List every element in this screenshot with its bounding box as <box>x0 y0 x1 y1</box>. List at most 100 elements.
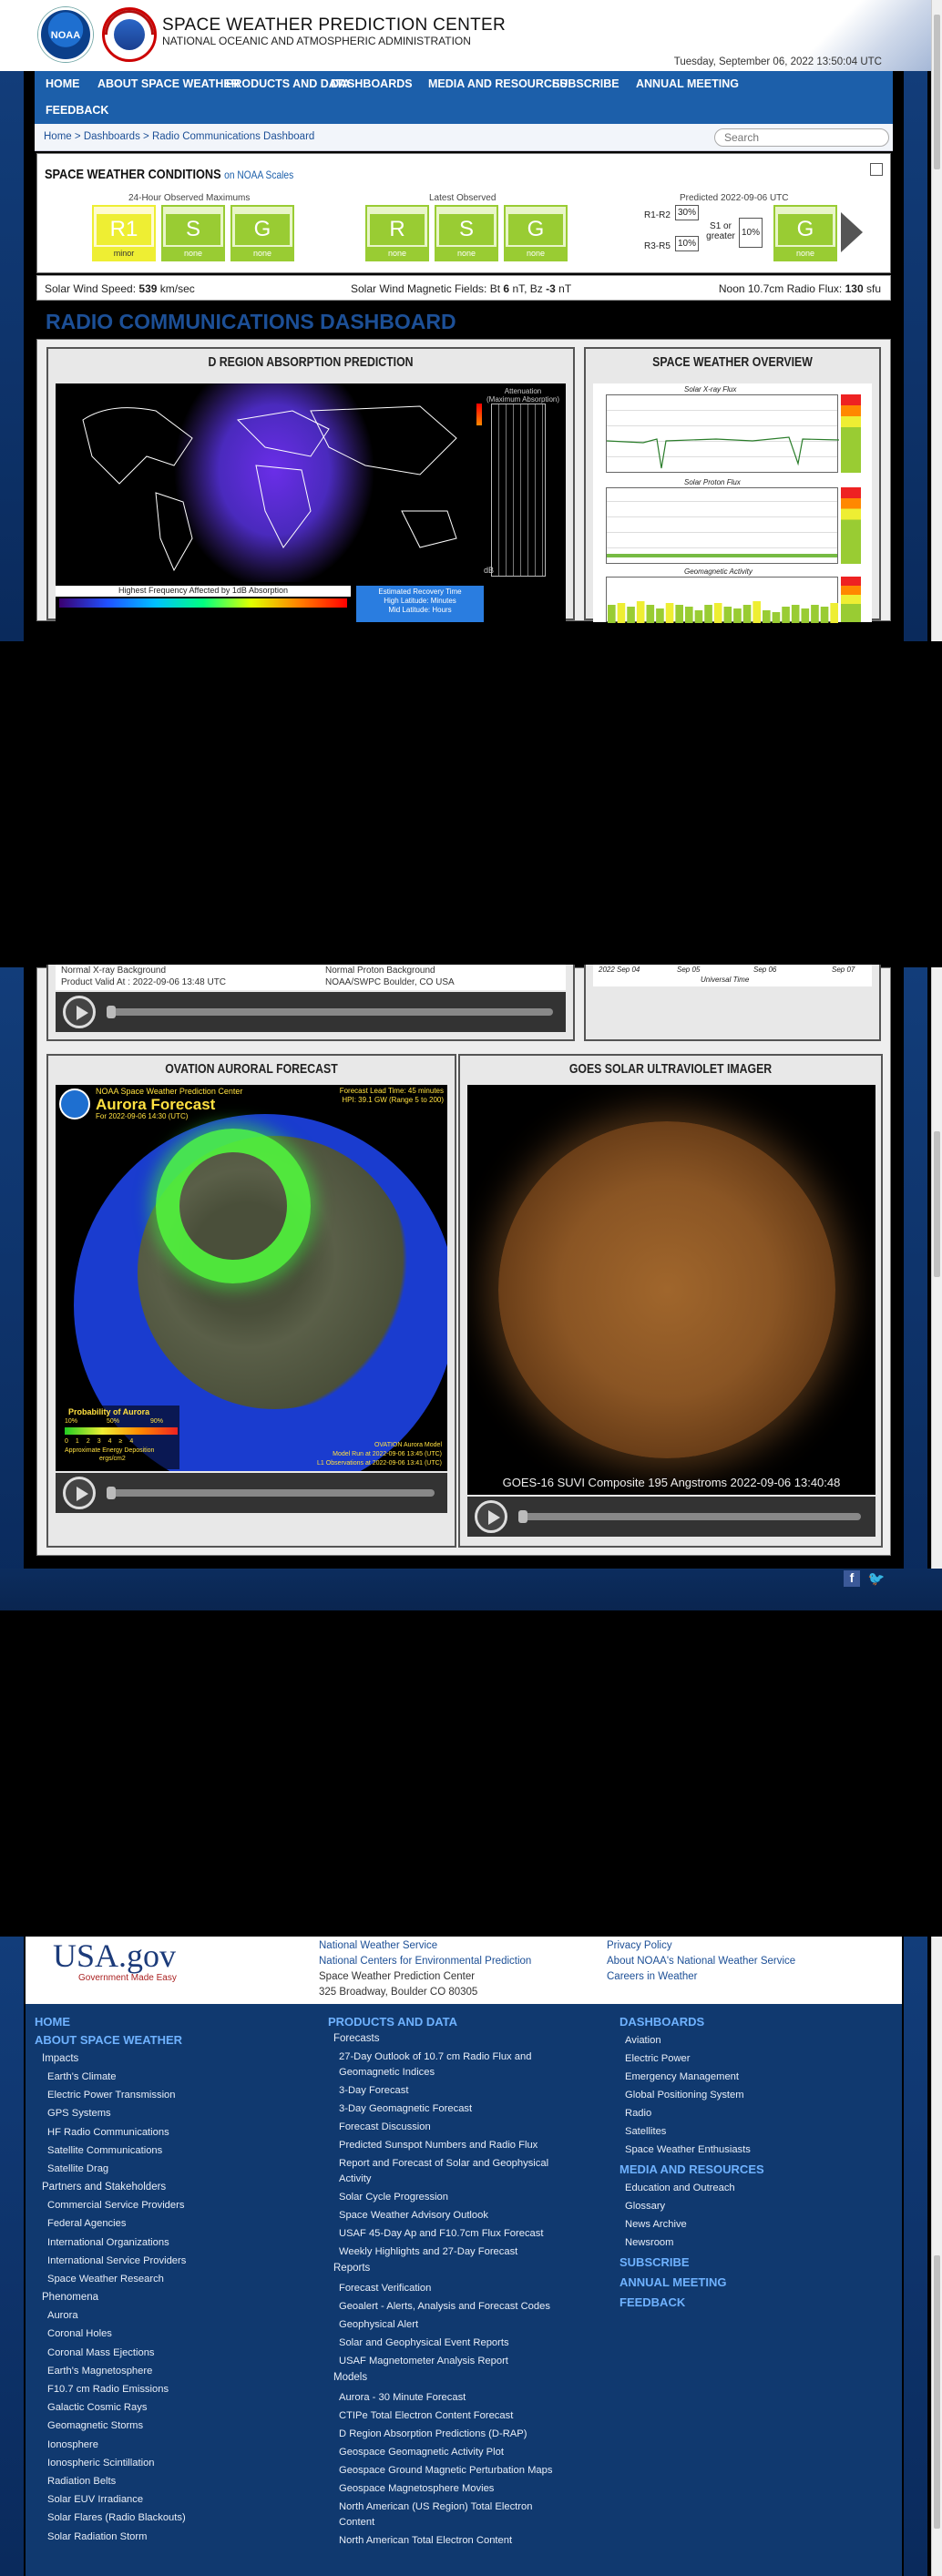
footer-link[interactable]: Glossary <box>625 2201 665 2212</box>
footer-link[interactable]: Earth's Climate <box>47 2071 117 2082</box>
footer-link[interactable]: North American Total Electron Content <box>339 2533 512 2549</box>
footer-home-link[interactable]: HOME <box>35 2015 70 2029</box>
footer-group-heading[interactable]: Forecasts <box>333 2033 380 2044</box>
footer-link[interactable]: Radiation Belts <box>47 2476 116 2487</box>
footer-link[interactable]: Predicted Sunspot Numbers and Radio Flux <box>339 2138 538 2153</box>
ovation-image[interactable]: NOAA Space Weather Prediction Center Aur… <box>56 1085 447 1471</box>
scale-latest-s[interactable]: Snone <box>435 205 498 261</box>
overview-image[interactable]: Solar X-ray Flux Solar Proton Flux Geoma… <box>593 383 872 623</box>
scale-predicted-g[interactable]: Gnone <box>773 205 837 261</box>
nws-logo[interactable] <box>94 0 165 70</box>
suvi-image[interactable]: GOES-16 SUVI Composite 195 Angstroms 202… <box>467 1085 875 1495</box>
noaa-scales-link[interactable]: NOAA Scales <box>237 169 293 181</box>
footer-link[interactable]: Education and Outreach <box>625 2182 735 2193</box>
footer-link[interactable]: Geospace Magnetosphere Movies <box>339 2481 494 2497</box>
footer-link[interactable]: Solar EUV Irradiance <box>47 2494 143 2505</box>
footer-link[interactable]: Geophysical Alert <box>339 2317 418 2333</box>
footer-link[interactable]: 3-Day Geomagnetic Forecast <box>339 2101 472 2117</box>
footer-link[interactable]: Solar Radiation Storm <box>47 2531 147 2542</box>
footer-careers-link[interactable]: Careers in Weather <box>607 1971 698 1982</box>
footer-group-heading[interactable]: Models <box>333 2372 367 2383</box>
footer-link[interactable]: D Region Absorption Predictions (D-RAP) <box>339 2427 527 2442</box>
scale-max-g[interactable]: Gnone <box>230 205 294 261</box>
play-button[interactable] <box>63 1477 96 1509</box>
nav-feedback[interactable]: FEEDBACK <box>46 104 108 117</box>
footer-group-heading[interactable]: Reports <box>333 2263 370 2274</box>
footer-link[interactable]: Solar Flares (Radio Blackouts) <box>47 2512 186 2523</box>
footer-link[interactable]: Space Weather Research <box>47 2274 164 2285</box>
footer-link[interactable]: USAF Magnetometer Analysis Report <box>339 2354 508 2369</box>
facebook-icon[interactable]: f <box>844 1570 860 1587</box>
footer-link[interactable]: Satellite Drag <box>47 2163 108 2174</box>
footer-link[interactable]: North American (US Region) Total Electro… <box>339 2499 532 2530</box>
footer-link[interactable]: Geoalert - Alerts, Analysis and Forecast… <box>339 2299 550 2315</box>
site-title[interactable]: SPACE WEATHER PREDICTION CENTER <box>162 15 506 36</box>
footer-link[interactable]: HF Radio Communications <box>47 2127 169 2138</box>
nav-subscribe[interactable]: SUBSCRIBE <box>552 77 619 90</box>
next-arrow-icon[interactable] <box>841 212 863 252</box>
footer-link[interactable]: News Archive <box>625 2219 687 2230</box>
footer-link[interactable]: Aviation <box>625 2035 661 2046</box>
footer-link[interactable]: Geomagnetic Storms <box>47 2420 143 2431</box>
search-input[interactable] <box>714 128 889 147</box>
crumb-current[interactable]: Radio Communications Dashboard <box>152 131 314 142</box>
timeline-slider[interactable] <box>107 1006 553 1018</box>
timeline-slider[interactable] <box>518 1510 861 1523</box>
play-button[interactable] <box>475 1500 507 1533</box>
footer-link[interactable]: Aurora <box>47 2310 78 2321</box>
footer-nws-link[interactable]: National Weather Service <box>319 1940 437 1951</box>
footer-link[interactable]: Commercial Service Providers <box>47 2200 184 2211</box>
footer-dashboards-link[interactable]: DASHBOARDS <box>619 2015 704 2029</box>
timeline-slider[interactable] <box>107 1487 435 1499</box>
footer-about-nws-link[interactable]: About NOAA's National Weather Service <box>607 1956 795 1967</box>
scrollbar[interactable] <box>931 0 942 641</box>
footer-link[interactable]: Radio <box>625 2108 651 2119</box>
footer-link[interactable]: F10.7 cm Radio Emissions <box>47 2384 169 2395</box>
footer-link[interactable]: International Organizations <box>47 2237 169 2248</box>
footer-link[interactable]: Forecast Verification <box>339 2281 431 2296</box>
footer-subscribe-link[interactable]: SUBSCRIBE <box>619 2255 690 2269</box>
footer-link[interactable]: GPS Systems <box>47 2108 111 2119</box>
footer-link[interactable]: CTIPe Total Electron Content Forecast <box>339 2408 513 2424</box>
footer-link[interactable]: Solar and Geophysical Event Reports <box>339 2336 509 2351</box>
noaa-logo[interactable]: NOAA <box>38 7 93 62</box>
popout-icon[interactable] <box>870 163 883 176</box>
nav-home[interactable]: HOME <box>46 77 80 90</box>
footer-link[interactable]: Space Weather Advisory Outlook <box>339 2208 488 2223</box>
scrollbar[interactable] <box>931 1937 942 2576</box>
footer-link[interactable]: Space Weather Enthusiasts <box>625 2144 751 2155</box>
footer-link[interactable]: Electric Power <box>625 2053 691 2064</box>
usagov-logo[interactable]: USA.gov <box>53 1937 176 1975</box>
nav-media[interactable]: MEDIA AND RESOURCES <box>428 77 568 90</box>
nav-dashboards[interactable]: DASHBOARDS <box>331 77 413 90</box>
footer-about-link[interactable]: ABOUT SPACE WEATHER <box>35 2033 182 2047</box>
scale-latest-r[interactable]: Rnone <box>365 205 429 261</box>
scrollbar[interactable] <box>931 967 942 1610</box>
footer-link[interactable]: Emergency Management <box>625 2071 739 2082</box>
scale-max-s[interactable]: Snone <box>161 205 225 261</box>
nav-meeting[interactable]: ANNUAL MEETING <box>636 77 739 90</box>
footer-group-heading[interactable]: Impacts <box>42 2053 78 2064</box>
footer-link[interactable]: Federal Agencies <box>47 2218 126 2229</box>
footer-link[interactable]: Galactic Cosmic Rays <box>47 2402 147 2413</box>
footer-link[interactable]: Satellites <box>625 2126 666 2137</box>
footer-link[interactable]: Ionospheric Scintillation <box>47 2458 155 2469</box>
scale-latest-g[interactable]: Gnone <box>504 205 568 261</box>
footer-media-link[interactable]: MEDIA AND RESOURCES <box>619 2162 764 2176</box>
footer-ncep-link[interactable]: National Centers for Environmental Predi… <box>319 1956 531 1967</box>
footer-link[interactable]: Earth's Magnetosphere <box>47 2366 152 2377</box>
drap-image[interactable]: Attenuation (Maximum Absorption) dB Highe… <box>56 383 566 622</box>
footer-link[interactable]: Global Positioning System <box>625 2090 744 2101</box>
footer-link[interactable]: Coronal Mass Ejections <box>47 2347 155 2358</box>
footer-link[interactable]: Coronal Holes <box>47 2328 112 2339</box>
footer-link[interactable]: 3-Day Forecast <box>339 2083 408 2099</box>
scale-max-r[interactable]: R1 minor <box>92 205 156 261</box>
footer-link[interactable]: Electric Power Transmission <box>47 2090 176 2101</box>
footer-link[interactable]: 27-Day Outlook of 10.7 cm Radio Flux and… <box>339 2050 531 2080</box>
footer-link[interactable]: Satellite Communications <box>47 2145 162 2156</box>
footer-link[interactable]: International Service Providers <box>47 2255 186 2266</box>
footer-link[interactable]: Solar Cycle Progression <box>339 2190 448 2205</box>
nav-about[interactable]: ABOUT SPACE WEATHER <box>97 77 240 90</box>
footer-link[interactable]: Newsroom <box>625 2237 673 2248</box>
footer-link[interactable]: Aurora - 30 Minute Forecast <box>339 2390 466 2406</box>
